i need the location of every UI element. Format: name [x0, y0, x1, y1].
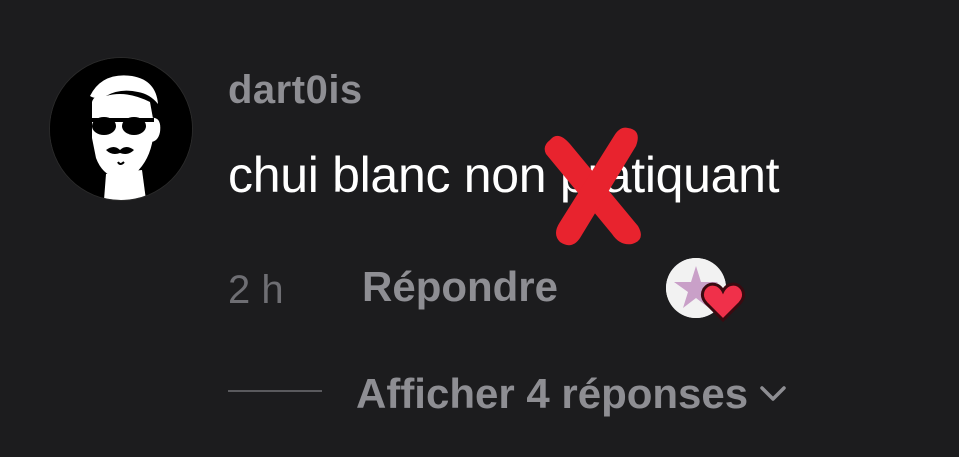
red-x-mark-icon	[544, 127, 641, 246]
username[interactable]: dart0is	[228, 70, 363, 110]
user-avatar[interactable]	[50, 58, 192, 200]
creator-liked-heart-icon	[700, 282, 746, 323]
chevron-down-icon	[760, 386, 786, 401]
comment-text: chui blanc non pratiquant	[228, 147, 780, 203]
replies-divider	[228, 390, 322, 392]
reply-button[interactable]: Répondre	[362, 266, 558, 308]
sunglasses-face-icon	[50, 58, 192, 200]
view-replies-label: Afficher 4 réponses	[356, 370, 749, 417]
view-replies-button[interactable]: Afficher 4 réponses	[356, 370, 788, 418]
comment-timestamp: 2 h	[228, 268, 284, 312]
comment-text-before: chui blanc	[228, 147, 464, 203]
comment-item: dart0is chui blanc non pratiquant 2 h Ré…	[0, 0, 959, 457]
creator-liked-badge	[666, 258, 748, 330]
